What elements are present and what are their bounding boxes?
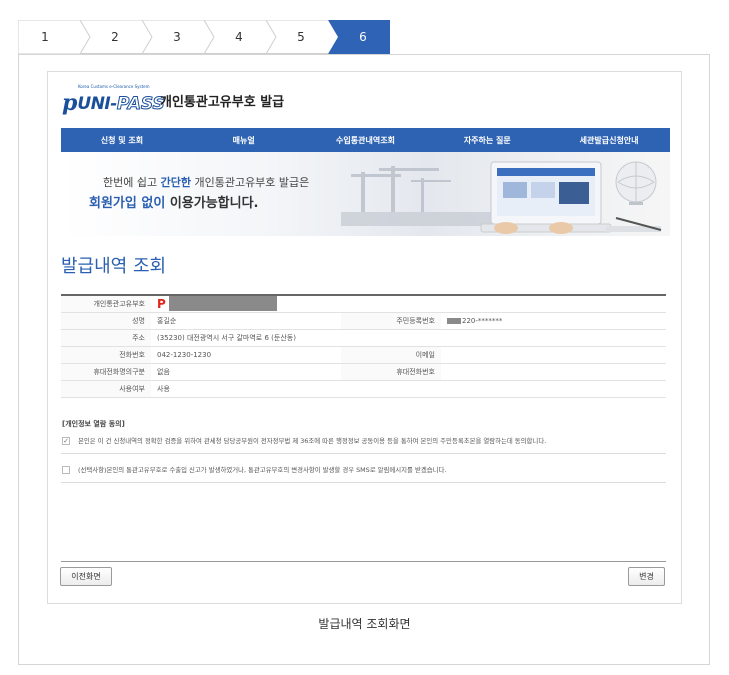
consent-checkbox-optional[interactable]	[62, 465, 70, 474]
consent-checkbox-required[interactable]: ✓	[62, 436, 70, 445]
divider	[61, 482, 666, 483]
step-label-1: 1	[41, 30, 49, 44]
consent-item-required: ✓ 본인은 이 건 신청내역의 정확한 검증을 위하여 관세청 담당공무원이 전…	[62, 436, 667, 445]
divider	[61, 453, 666, 454]
step-chevron	[141, 20, 153, 54]
table-row: 휴대전화명의구분 없음 휴대전화번호	[61, 363, 666, 381]
step-label-2: 2	[111, 30, 119, 44]
usage-value: 사용	[151, 380, 666, 398]
mobile-type-label: 휴대전화명의구분	[61, 363, 151, 381]
redaction-block	[168, 296, 277, 312]
code-label: 개인통관고유부호	[61, 295, 151, 313]
nav-item-manual[interactable]: 매뉴얼	[183, 128, 305, 152]
table-row: 개인통관고유부호 P	[61, 295, 666, 313]
unipass-logo: p UNI- PASS	[62, 86, 165, 116]
rrn-label: 주민등록번호	[341, 312, 441, 330]
name-label: 성명	[61, 312, 151, 330]
previous-screen-button[interactable]: 이전화면	[60, 567, 112, 586]
step-chevron	[79, 20, 91, 54]
step-label-5: 5	[297, 30, 305, 44]
address-value: (35230) 대전광역시 서구 갈마역로 6 (둔산동)	[151, 329, 666, 347]
page-title: 발급내역 조회	[61, 256, 167, 277]
consent-text-optional: (선택사항)본인의 통관고유부호로 수출입 신고가 발생하였거나, 통관고유부호…	[78, 466, 447, 474]
phone-label: 전화번호	[61, 346, 151, 364]
nav-item-faq[interactable]: 자주하는 질문	[426, 128, 548, 152]
step-label-3: 3	[173, 30, 181, 44]
logo-p: p	[62, 90, 78, 116]
step-progress: 1 2 3 4 5 6	[18, 20, 390, 54]
email-label: 이메일	[341, 346, 441, 364]
main-nav: 신청 및 조회 매뉴얼 수입통관내역조회 자주하는 질문 세관발급신청안내	[61, 128, 670, 152]
change-button[interactable]: 변경	[628, 567, 665, 586]
mobile-label: 휴대전화번호	[341, 363, 441, 381]
screenshot-panel: Korea Customs e-Clearance System p UNI- …	[47, 71, 682, 604]
mobile-value	[441, 363, 666, 381]
code-prefix: P	[157, 296, 166, 311]
figure-caption: 발급내역 조회화면	[318, 617, 411, 631]
table-row: 주소 (35230) 대전광역시 서구 갈마역로 6 (둔산동)	[61, 329, 666, 347]
usage-label: 사용여부	[61, 380, 151, 398]
nav-item-import-history[interactable]: 수입통관내역조회	[305, 128, 427, 152]
nav-item-apply[interactable]: 신청 및 조회	[61, 128, 183, 152]
step-label-6: 6	[359, 30, 367, 44]
step-arrows: 1 2 3 4 5 6	[18, 20, 390, 54]
address-label: 주소	[61, 329, 151, 347]
banner-illustration	[341, 161, 662, 234]
consent-item-optional: (선택사항)본인의 통관고유부호로 수출입 신고가 발생하였거나, 통관고유부호…	[62, 465, 667, 474]
site-title: 개인통관고유부호 발급	[160, 95, 285, 110]
table-row: 사용여부 사용	[61, 380, 666, 398]
footer-divider	[61, 561, 666, 562]
code-value: P	[151, 295, 666, 313]
rrn-value: 220-*******	[441, 312, 666, 330]
promo-banner: 한번에 쉽고 간단한 개인통관고유부호 발급은 회원가입 없이 이용가능합니다.	[61, 152, 670, 236]
step-chevron	[203, 20, 215, 54]
logo-pass: PASS	[116, 94, 165, 115]
step-border	[18, 20, 80, 54]
step-label-4: 4	[235, 30, 243, 44]
name-value: 홍길순	[151, 312, 341, 330]
consent-text-required: 본인은 이 건 신청내역의 정확한 검증을 위하여 관세청 담당공무원이 전자정…	[78, 437, 547, 445]
nav-item-customs-guide[interactable]: 세관발급신청안내	[548, 128, 670, 152]
table-row: 성명 홍길순 주민등록번호 220-*******	[61, 312, 666, 330]
mobile-type-value: 없음	[151, 363, 341, 381]
logo-uni: UNI-	[77, 94, 117, 114]
redaction-block	[447, 317, 461, 324]
step-chevron	[265, 20, 277, 54]
consent-title: [개인정보 열람 동의]	[62, 420, 125, 428]
issuance-info-table: 개인통관고유부호 P 성명 홍길순 주민등록번호 220-******* 주소 …	[61, 294, 666, 398]
table-row: 전화번호 042-1230-1230 이메일	[61, 346, 666, 364]
phone-value: 042-1230-1230	[151, 346, 341, 364]
email-value	[441, 346, 666, 364]
